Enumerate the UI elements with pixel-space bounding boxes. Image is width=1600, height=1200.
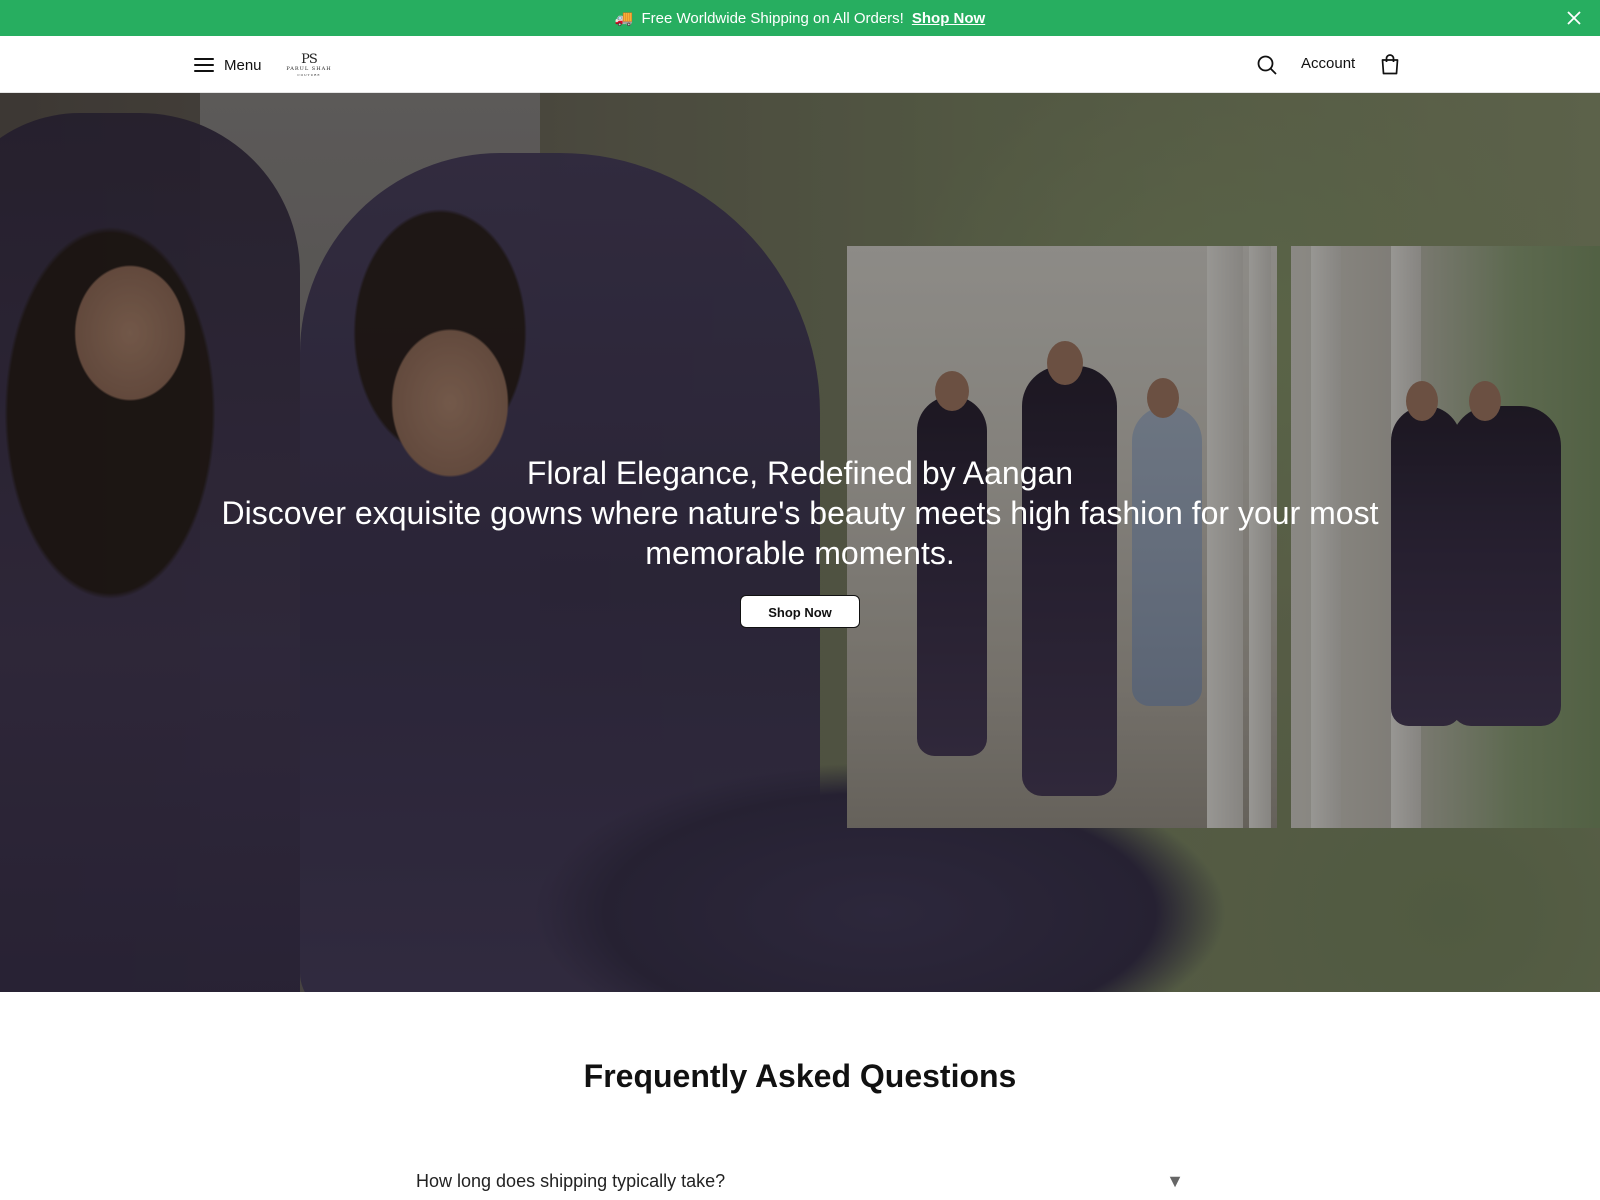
- account-link[interactable]: Account: [1301, 55, 1355, 72]
- hero-title: Floral Elegance, Redefined by Aangan: [526, 455, 1074, 491]
- truck-icon: 🚚: [614, 10, 634, 27]
- menu-label: Menu: [224, 56, 262, 74]
- chevron-down-icon[interactable]: ▼: [1166, 1171, 1184, 1192]
- hamburger-icon: [194, 57, 214, 73]
- announcement-text: Free Worldwide Shipping on All Orders!: [641, 9, 904, 27]
- brand-logo[interactable]: PS PARUL SHAH COUTURE: [284, 50, 334, 80]
- hero-shop-now-button[interactable]: Shop Now: [740, 595, 860, 628]
- hero-banner: Floral Elegance, Redefined by Aangan Dis…: [0, 93, 1600, 992]
- close-icon[interactable]: [1564, 8, 1584, 28]
- hero-subtitle: Discover exquisite gowns where nature's …: [221, 495, 1379, 571]
- menu-button[interactable]: Menu: [194, 52, 262, 78]
- logo-sub: COUTURE: [297, 73, 321, 77]
- logo-brand: PARUL SHAH: [286, 66, 332, 72]
- faq-title: Frequently Asked Questions: [583, 1058, 1017, 1094]
- site-header: Menu PS PARUL SHAH COUTURE Account: [0, 36, 1600, 93]
- faq-item[interactable]: How long does shipping typically take? ▼: [416, 1166, 1184, 1196]
- hero-content: Floral Elegance, Redefined by Aangan Dis…: [0, 453, 1600, 628]
- shopping-bag-icon[interactable]: [1380, 53, 1400, 75]
- search-icon[interactable]: [1256, 54, 1278, 76]
- announcement-shop-now-link[interactable]: Shop Now: [912, 10, 985, 27]
- logo-monogram: PS: [301, 52, 318, 67]
- announcement-bar: 🚚 Free Worldwide Shipping on All Orders!…: [0, 0, 1600, 36]
- faq-question: How long does shipping typically take?: [416, 1170, 726, 1191]
